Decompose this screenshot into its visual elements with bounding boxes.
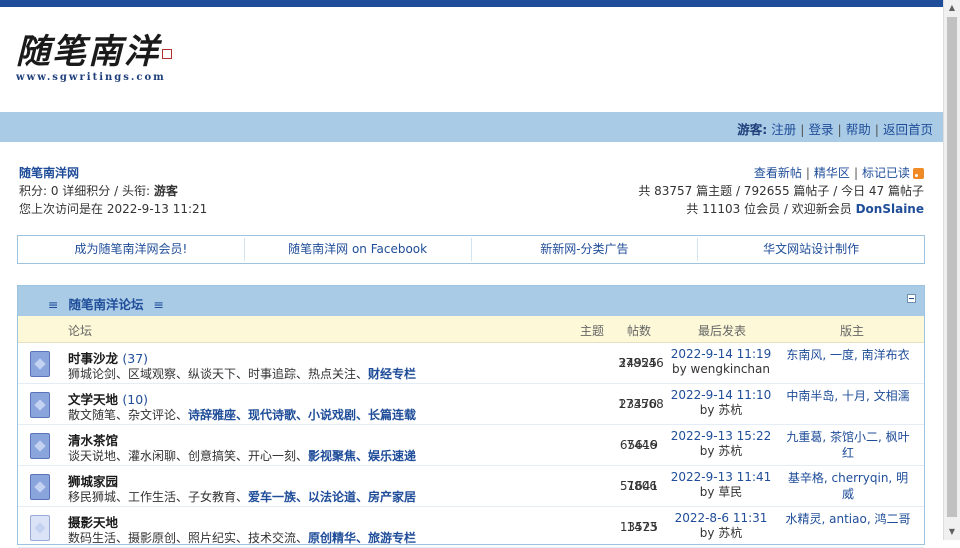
subforum-links[interactable]: 原创精华、旅游专栏 bbox=[308, 531, 416, 545]
last-post-time[interactable]: 2022-8-6 11:31 bbox=[666, 511, 776, 526]
subforum-links[interactable]: 爱车一族、以法论道、房产家居 bbox=[248, 490, 416, 504]
forum-section-header: ≡ 随笔南洋论坛 ≡ bbox=[18, 286, 924, 316]
forum-stats: 查看新帖 | 精华区 | 标记已读 共 83757 篇主题 / 792655 篇帖子 /… bbox=[638, 166, 924, 216]
digest-link[interactable]: 精华区 bbox=[814, 166, 850, 180]
forum-icon bbox=[30, 515, 50, 541]
logo-title: 随笔南洋 bbox=[16, 32, 160, 72]
register-link[interactable]: 注册 bbox=[771, 122, 796, 137]
subforums[interactable]: 狮城论剑、区域观察、纵谈天下、时事追踪、热点关注、 bbox=[68, 367, 368, 381]
post-count: 51641 bbox=[619, 479, 658, 493]
member-stats: 共 11103 位会员 / 欢迎新会员 bbox=[686, 202, 856, 216]
subforums[interactable]: 数码生活、摄影原创、照片纪实、技术交流、 bbox=[68, 531, 308, 545]
promo-link-facebook[interactable]: 随笔南洋网 on Facebook bbox=[243, 238, 471, 261]
new-posts-link[interactable]: 查看新帖 bbox=[754, 166, 802, 180]
forum-icon bbox=[30, 351, 50, 377]
last-post-author[interactable]: by 草民 bbox=[666, 485, 776, 500]
forum-name[interactable]: 时事沙龙 bbox=[68, 351, 118, 366]
forum-row: 狮城家园 移民狮城、工作生活、子女教育、爱车一族、以法论道、房产家居 7806 … bbox=[18, 466, 924, 507]
col-topics: 主题 bbox=[580, 324, 605, 338]
forum-icon bbox=[30, 474, 50, 500]
forum-name[interactable]: 摄影天地 bbox=[68, 515, 118, 530]
credit-line: 积分: 0 详细积分 / 头衔: bbox=[19, 184, 154, 198]
forum-row: 时事沙龙 (37) 狮城论剑、区域观察、纵谈天下、时事追踪、热点关注、财经专栏 … bbox=[18, 343, 924, 384]
login-link[interactable]: 登录 bbox=[809, 122, 834, 137]
scroll-down-arrow-icon[interactable]: ▼ bbox=[944, 524, 960, 540]
home-link[interactable]: 返回首页 bbox=[883, 122, 933, 137]
help-link[interactable]: 帮助 bbox=[846, 122, 871, 137]
promo-links-bar: 成为随笔南洋网会员! 随笔南洋网 on Facebook 新新网-分类广告 华文… bbox=[17, 235, 925, 264]
col-posts: 帖数 bbox=[627, 324, 652, 338]
last-post-time[interactable]: 2022-9-14 11:10 bbox=[666, 388, 776, 403]
col-forum: 论坛 bbox=[68, 324, 93, 338]
logo-url: www.sgwritings.com bbox=[16, 72, 166, 83]
collapse-icon[interactable] bbox=[907, 294, 916, 303]
site-logo[interactable]: 随笔南洋 www.sgwritings.com bbox=[16, 30, 176, 90]
moderators[interactable]: 水精灵, antiao, 鸿二哥 bbox=[783, 511, 913, 527]
post-count: 378546 bbox=[618, 356, 664, 370]
subforums[interactable]: 移民狮城、工作生活、子女教育、 bbox=[68, 490, 248, 504]
forum-icon bbox=[30, 392, 50, 418]
rss-icon[interactable] bbox=[913, 168, 924, 179]
new-member-link[interactable]: DonSlaine bbox=[856, 202, 924, 216]
forum-today-count: (10) bbox=[122, 392, 149, 407]
last-post-time[interactable]: 2022-9-13 11:41 bbox=[666, 470, 776, 485]
forum-column-header: 论坛 主题 帖数 最后发表 版主 bbox=[18, 316, 924, 343]
post-count: 65619 bbox=[619, 438, 658, 452]
promo-link-membership[interactable]: 成为随笔南洋网会员! bbox=[18, 238, 244, 261]
col-moderators: 版主 bbox=[840, 324, 865, 338]
col-last-post: 最后发表 bbox=[698, 324, 747, 338]
post-stats: 共 83757 篇主题 / 792655 篇帖子 / 今日 47 篇帖子 bbox=[638, 184, 924, 198]
last-post-author[interactable]: by wengkinchan bbox=[666, 362, 776, 377]
forum-row: 清水茶馆 谈天说地、灌水闲聊、创意搞笑、开心一刻、影视聚焦、娱乐速递 7446 … bbox=[18, 425, 924, 466]
subforums[interactable]: 散文随笔、杂文评论、 bbox=[68, 408, 188, 422]
section-title[interactable]: 随笔南洋论坛 bbox=[68, 297, 143, 312]
forum-name[interactable]: 狮城家园 bbox=[68, 474, 118, 489]
mark-read-link[interactable]: 标记已读 bbox=[862, 166, 910, 180]
moderators[interactable]: 九重葛, 茶馆小二, 枫叶红 bbox=[783, 429, 913, 461]
forum-icon bbox=[30, 433, 50, 459]
subforum-links[interactable]: 影视聚焦、娱乐速递 bbox=[308, 449, 416, 463]
seal-icon bbox=[162, 49, 172, 59]
promo-link-classifieds[interactable]: 新新网-分类广告 bbox=[470, 238, 698, 261]
last-post-author[interactable]: by 苏杭 bbox=[666, 526, 776, 541]
moderators[interactable]: 基辛格, cherryqin, 明威 bbox=[783, 470, 913, 502]
last-post-author[interactable]: by 苏杭 bbox=[666, 403, 776, 418]
guest-label: 游客: bbox=[737, 122, 768, 137]
scroll-thumb[interactable] bbox=[947, 17, 957, 517]
section-menu-icon: ≡ bbox=[48, 297, 59, 312]
site-name-link[interactable]: 随笔南洋网 bbox=[19, 164, 207, 182]
last-visit: 您上次访问是在 2022-9-13 11:21 bbox=[19, 202, 208, 216]
last-post-time[interactable]: 2022-9-14 11:19 bbox=[666, 347, 776, 362]
forum-row: 摄影天地 数码生活、摄影原创、照片纪实、技术交流、原创精华、旅游专栏 1473 … bbox=[18, 507, 924, 548]
forum-section: ≡ 随笔南洋论坛 ≡ 论坛 主题 帖数 最后发表 版主 时事沙龙 (37) 狮城论剑… bbox=[17, 285, 925, 548]
subforums[interactable]: 谈天说地、灌水闲聊、创意搞笑、开心一刻、 bbox=[68, 449, 308, 463]
top-accent-bar bbox=[0, 0, 943, 7]
subforum-links[interactable]: 诗辞雅座、现代诗歌、小说戏剧、长篇连载 bbox=[188, 408, 416, 422]
user-nav-bar: 游客: 注册 | 登录 | 帮助 | 返回首页 bbox=[0, 112, 943, 142]
moderators[interactable]: 中南半岛, 十月, 文相濡 bbox=[783, 388, 913, 404]
last-post-time[interactable]: 2022-9-13 15:22 bbox=[666, 429, 776, 444]
last-post-author[interactable]: by 苏杭 bbox=[666, 444, 776, 459]
section-menu-icon-right: ≡ bbox=[153, 297, 164, 312]
user-title: 游客 bbox=[153, 184, 178, 198]
forum-name[interactable]: 清水茶馆 bbox=[68, 433, 118, 448]
promo-link-webdesign[interactable]: 华文网站设计制作 bbox=[697, 238, 924, 261]
forum-today-count: (37) bbox=[122, 351, 149, 366]
subforum-links[interactable]: 财经专栏 bbox=[368, 367, 416, 381]
post-count: 13525 bbox=[619, 520, 658, 534]
forum-name[interactable]: 文学天地 bbox=[68, 392, 118, 407]
user-info: 随笔南洋网 积分: 0 详细积分 / 头衔: 游客 您上次访问是在 2022-9… bbox=[19, 164, 207, 218]
scroll-up-arrow-icon[interactable]: ▲ bbox=[944, 0, 960, 16]
post-count: 173568 bbox=[618, 397, 664, 411]
forum-row: 文学天地 (10) 散文随笔、杂文评论、诗辞雅座、现代诗歌、小说戏剧、长篇连载 … bbox=[18, 384, 924, 425]
vertical-scrollbar[interactable]: ▲ ▼ bbox=[943, 0, 960, 540]
moderators[interactable]: 东南风, 一度, 南洋布衣 bbox=[783, 347, 913, 363]
